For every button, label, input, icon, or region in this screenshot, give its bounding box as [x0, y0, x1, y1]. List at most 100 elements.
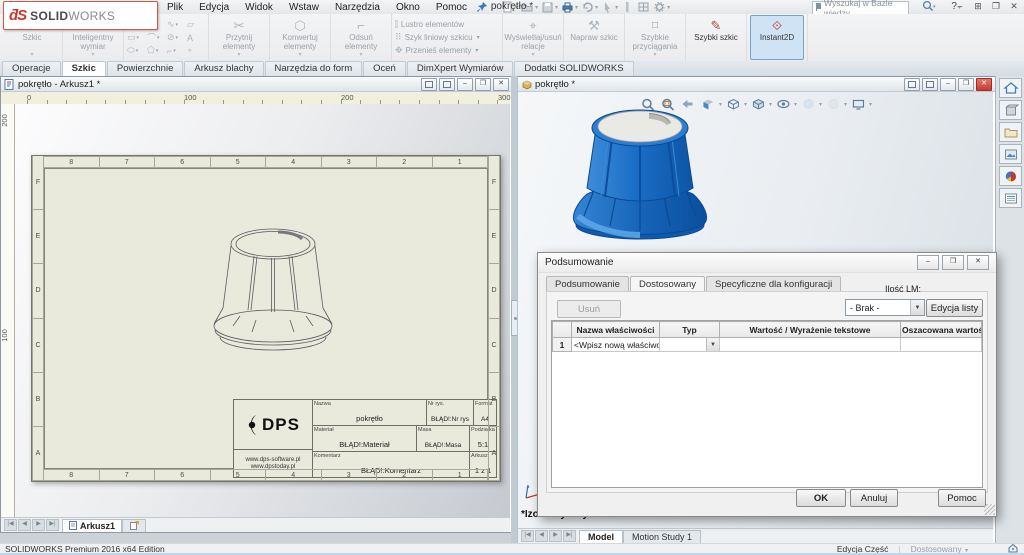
appearances-button[interactable] — [999, 166, 1022, 186]
menu-plik[interactable]: Plik — [160, 1, 190, 14]
sketch-entity-icon[interactable]: ▱ — [187, 18, 205, 31]
model-nav-last[interactable]: ▶| — [563, 530, 576, 542]
chevron-down-icon[interactable]: ▾ — [535, 4, 538, 11]
select-button[interactable]: ▾ — [600, 1, 619, 14]
menu-edycja[interactable]: Edycja — [192, 1, 236, 14]
sketch-entity-icon[interactable]: ⬠ ▾ — [147, 44, 165, 57]
dialog-maximize-button[interactable]: ❐ — [942, 255, 964, 270]
apply-scene-button[interactable] — [824, 96, 842, 113]
sketch-entity-icon[interactable]: ⌐ ▾ — [167, 44, 185, 57]
tab-narz-dzia-do-form[interactable]: Narzędzia do form — [264, 61, 363, 76]
rapid-sketch-button[interactable]: ✎ Szybki szkic — [689, 15, 743, 60]
chevron-down-icon[interactable]: ▾ — [615, 4, 618, 11]
restore-button[interactable]: ❐ — [990, 1, 1002, 12]
sketch-entity-icon[interactable]: ⌒ ▾ — [147, 31, 165, 44]
property-type-cell[interactable]: ▼ — [659, 337, 720, 352]
sheet-nav-last[interactable]: ▶| — [46, 519, 59, 531]
linear-pattern-button[interactable]: ⠿ Szyk liniowy szkicu ▾ — [395, 32, 499, 43]
model-nav-first[interactable]: |◀ — [521, 530, 534, 542]
menu-narzędzia[interactable]: Narzędzia — [328, 1, 387, 14]
chevron-down-icon[interactable]: ▾ — [475, 47, 478, 54]
model-tab[interactable]: Model — [579, 529, 623, 543]
new-document-button[interactable]: ▾ — [500, 1, 519, 14]
chevron-down-icon[interactable]: ▾ — [744, 101, 747, 108]
add-sheet-tab[interactable] — [122, 518, 147, 532]
dock-right-button[interactable] — [922, 77, 938, 91]
tab-dodatki-solidworks[interactable]: Dodatki SOLIDWORKS — [514, 61, 634, 76]
display-relations-button[interactable]: ⌖ Wyświetlaj/usuń relacje ▾ — [504, 15, 561, 60]
motion-study-tab[interactable]: Motion Study 1 — [623, 529, 702, 543]
view-settings-button[interactable] — [849, 96, 867, 113]
sheet-tab-arkusz1[interactable]: Arkusz1 — [62, 518, 123, 532]
dialog-titlebar[interactable]: Podsumowanie – ❐ ✕ — [538, 253, 996, 273]
sketch-entity-icon[interactable]: ∿ ▾ — [167, 18, 185, 31]
tab-szkic[interactable]: Szkic — [61, 61, 106, 76]
chevron-down-icon[interactable]: ▾ — [595, 4, 598, 11]
dialog-minimize-button[interactable]: – — [917, 255, 939, 270]
drawing-restore-button[interactable]: ❐ — [475, 77, 491, 91]
repair-sketch-button[interactable]: ⚒ Napraw szkic — [567, 15, 621, 60]
menu-pomoc[interactable]: Pomoc — [429, 1, 474, 14]
sheet-nav-next[interactable]: ▶ — [32, 519, 45, 531]
tab-powierzchnie[interactable]: Powierzchnie — [106, 61, 184, 76]
open-button[interactable]: ▾ — [520, 1, 539, 14]
sketch-entity-icon[interactable]: A — [187, 31, 205, 44]
tab-oce-[interactable]: Oceń — [363, 61, 406, 76]
model-nav-prev[interactable]: ◀ — [535, 530, 548, 542]
view-orientation-button[interactable] — [724, 96, 742, 113]
trim-entities-button[interactable]: ✂ Przytnij elementy ▾ — [212, 15, 266, 60]
custom-properties-button[interactable] — [999, 188, 1022, 208]
undo-button[interactable]: ▾ — [580, 1, 599, 14]
ok-button[interactable]: OK — [796, 489, 846, 507]
sheet-nav-first[interactable]: |◀ — [4, 519, 17, 531]
sketch-entity-icon[interactable]: ▭ ▾ — [127, 31, 145, 44]
print-button[interactable]: ▾ — [560, 1, 579, 14]
save-button[interactable]: ▾ — [540, 1, 559, 14]
dialog-tab-dostosowany[interactable]: Dostosowany — [629, 276, 705, 292]
close-button[interactable]: ✕ — [1008, 1, 1020, 12]
chevron-down-icon[interactable]: ▼ — [706, 338, 719, 351]
chevron-down-icon[interactable]: ▾ — [477, 34, 480, 41]
drawing-sheet[interactable]: DPS www.dps-software.pl www.dpstoday.pl … — [31, 155, 501, 482]
model-nav-next[interactable]: ▶ — [549, 530, 562, 542]
view-palette-button[interactable] — [999, 144, 1022, 164]
dialog-tab-podsumowanie[interactable]: Podsumowanie — [546, 276, 629, 292]
chevron-down-icon[interactable]: ▾ — [844, 101, 847, 108]
chevron-down-icon[interactable]: ▾ — [769, 101, 772, 108]
dock-right-button[interactable] — [439, 77, 455, 91]
mirror-entities-button[interactable]: ⫿ Lustro elementów — [395, 19, 499, 30]
delete-button[interactable]: Usuń — [557, 300, 621, 318]
chevron-down-icon[interactable]: ▾ — [298, 51, 301, 58]
tab-dimxpert-wymiar-w[interactable]: DimXpert Wymiarów — [406, 61, 514, 76]
help-button-dialog[interactable]: Pomoc — [938, 489, 986, 507]
chevron-down-icon[interactable]: ▾ — [794, 101, 797, 108]
part-minimize-button[interactable]: – — [940, 77, 956, 91]
sketch-entity-icon[interactable]: ⊘ ▾ — [167, 31, 185, 44]
property-name-cell[interactable]: <Wpisz nową właściwość> — [571, 337, 660, 352]
part-window-titlebar[interactable]: pokrętło * – ❐ ✕ — [518, 77, 995, 92]
instant2d-button[interactable]: ⟐ Instant2D — [750, 15, 804, 60]
sheet-nav-prev[interactable]: ◀ — [18, 519, 31, 531]
tab-arkusz-blachy[interactable]: Arkusz blachy — [184, 61, 264, 76]
tab-operacje[interactable]: Operacje — [2, 61, 61, 76]
minimize-button[interactable]: – — [954, 1, 966, 12]
pin-icon[interactable] — [476, 1, 490, 13]
edit-appearance-button[interactable] — [799, 96, 817, 113]
design-library-button[interactable] — [999, 100, 1022, 120]
drawing-close-button[interactable]: ✕ — [493, 77, 509, 91]
chevron-down-icon[interactable]: ▾ — [531, 51, 534, 58]
drawing-minimize-button[interactable]: – — [457, 77, 473, 91]
menu-okno[interactable]: Okno — [389, 1, 427, 14]
part-restore-button[interactable]: ❐ — [958, 77, 974, 91]
chevron-down-icon[interactable]: ▾ — [515, 4, 518, 11]
chevron-down-icon[interactable]: ▾ — [555, 4, 558, 11]
chevron-down-icon[interactable]: ▾ — [359, 51, 362, 58]
table-row[interactable]: 1<Wpisz nową właściwość> ▼ — [552, 337, 982, 352]
knob-drawing-view[interactable] — [210, 220, 338, 370]
slim-tool-button[interactable] — [620, 1, 635, 14]
dock-left-button[interactable] — [904, 77, 920, 91]
file-explorer-button[interactable] — [999, 122, 1022, 142]
drawing-window-titlebar[interactable]: pokrętło - Arkusz1 * – ❐ ✕ — [1, 77, 512, 92]
chevron-down-icon[interactable]: ▾ — [869, 101, 872, 108]
search-icon[interactable]: ▾ — [922, 0, 936, 15]
